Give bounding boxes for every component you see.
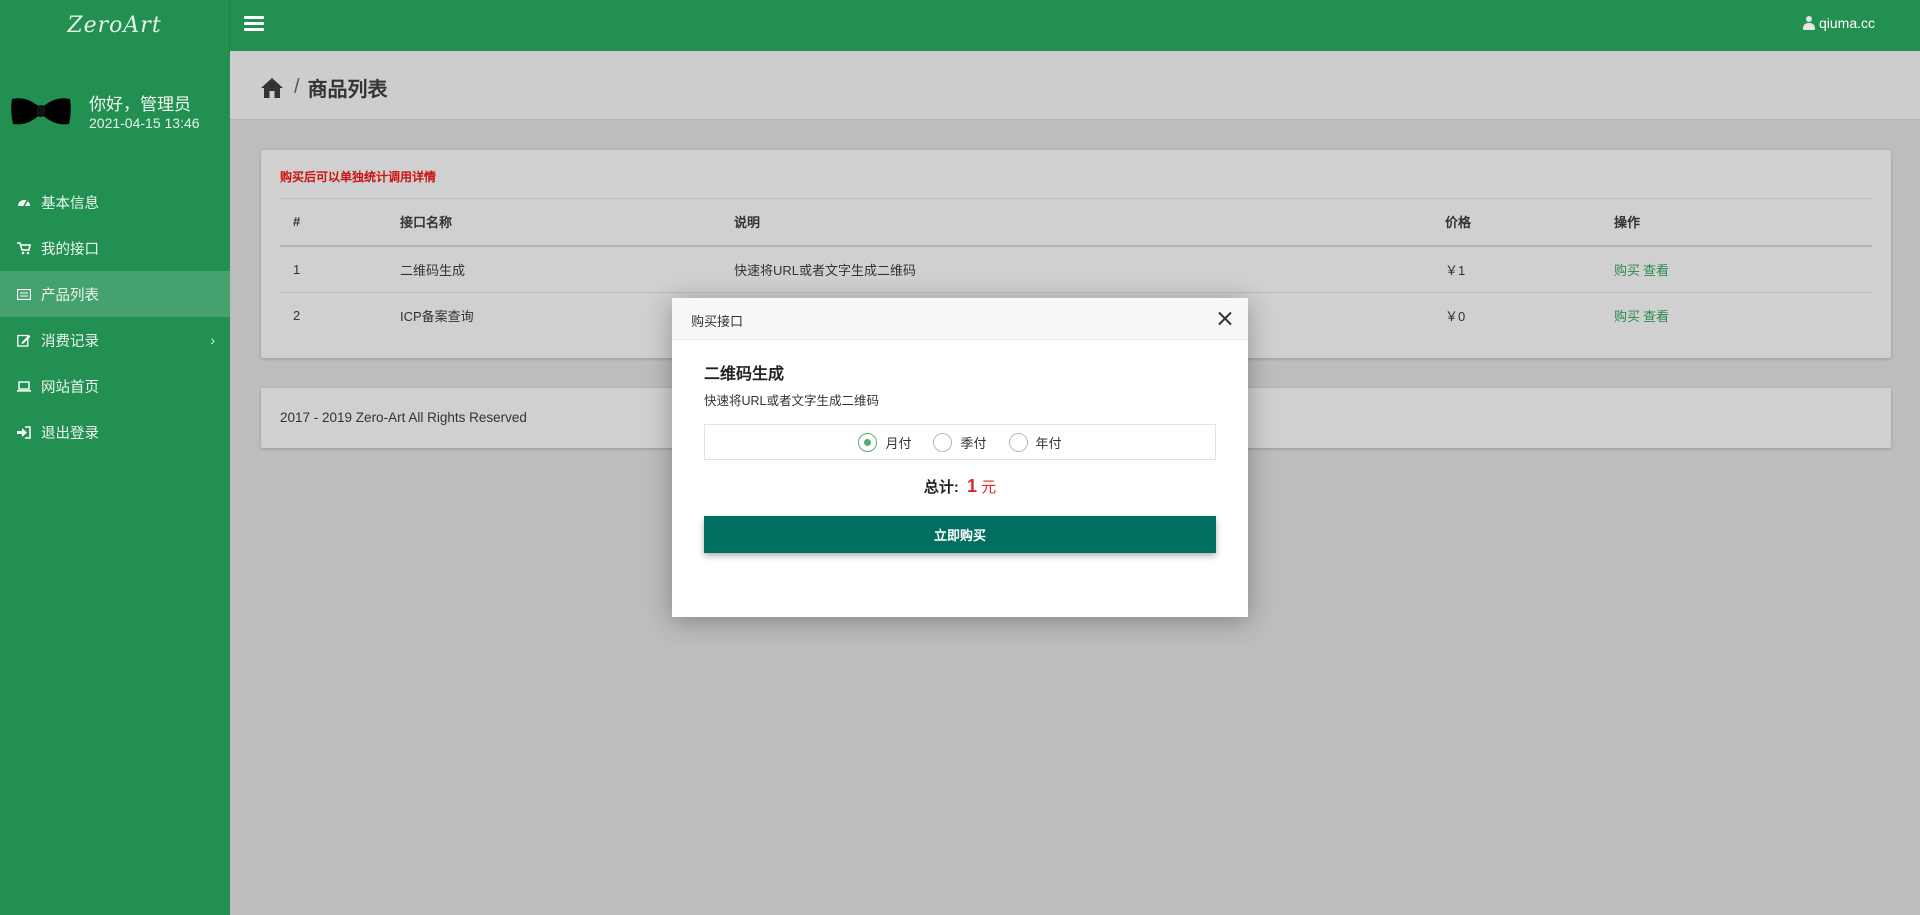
billing-plan-selector: 月付 季付 年付	[704, 424, 1216, 460]
sidebar: 你好，管理员 2021-04-15 13:46 基本信息 我的接口 产品列表 消…	[0, 51, 230, 915]
row-index: 2	[293, 307, 301, 323]
home-icon[interactable]	[260, 77, 284, 99]
product-description: 快速将URL或者文字生成二维码	[704, 394, 880, 408]
sidebar-item-label: 退出登录	[41, 425, 99, 442]
breadcrumb: / 商品列表	[260, 73, 388, 102]
row-name: 二维码生成	[387, 246, 721, 293]
row-name: ICP备案查询	[400, 308, 474, 324]
total-unit: 元	[981, 479, 997, 496]
sidebar-nav: 基本信息 我的接口 产品列表 消费记录 › 网站首页 退出登录	[0, 179, 230, 455]
radio-unchecked-icon	[933, 432, 953, 452]
plan-label: 月付	[885, 435, 912, 451]
total-amount: 1	[966, 476, 977, 496]
product-name: 二维码生成	[704, 366, 785, 383]
plan-quarterly-radio[interactable]: 季付	[933, 432, 987, 452]
buy-now-button[interactable]: 立即购买	[704, 516, 1216, 553]
plan-yearly-radio[interactable]: 年付	[1008, 432, 1062, 452]
menu-toggle-icon[interactable]	[244, 14, 264, 34]
logo[interactable]: ZeroArt	[0, 0, 230, 51]
sidebar-item-consumption-records[interactable]: 消费记录 ›	[0, 317, 230, 363]
row-price: ￥1	[1432, 246, 1601, 293]
page-title: 商品列表	[307, 79, 388, 101]
sign-out-icon	[17, 425, 31, 439]
sidebar-item-label: 我的接口	[41, 241, 99, 258]
radio-unchecked-icon	[1008, 432, 1028, 452]
user-name: qiuma.cc	[1818, 15, 1875, 31]
cart-icon	[17, 241, 31, 255]
purchase-modal: 购买接口 二维码生成 快速将URL或者文字生成二维码 月付 季付 年付 总计: …	[672, 298, 1248, 617]
sidebar-item-label: 网站首页	[41, 379, 99, 396]
top-bar: ZeroArt qiuma.cc	[0, 0, 1920, 51]
row-actions: 购买 查看	[1601, 292, 1872, 338]
column-header-description: 说明	[721, 198, 1432, 247]
sidebar-item-label: 消费记录	[41, 333, 99, 350]
row-description: 快速将URL或者文字生成二维码	[721, 246, 1432, 293]
column-header-price: 价格	[1432, 198, 1601, 247]
buy-link[interactable]: 购买	[1614, 263, 1640, 278]
edit-icon	[17, 333, 31, 347]
view-link[interactable]: 查看	[1643, 263, 1669, 278]
row-index: 1	[280, 246, 387, 293]
sidebar-item-my-apis[interactable]: 我的接口	[0, 225, 230, 271]
close-icon[interactable]	[1218, 311, 1232, 325]
column-header-index: #	[280, 198, 387, 247]
sidebar-item-logout[interactable]: 退出登录	[0, 409, 230, 455]
modal-title: 购买接口	[691, 314, 744, 329]
plan-label: 季付	[960, 435, 987, 451]
greeting: 你好，管理员	[89, 95, 191, 114]
chevron-right-icon: ›	[210, 332, 215, 348]
sidebar-item-basic-info[interactable]: 基本信息	[0, 179, 230, 225]
table-row: 1 二维码生成 快速将URL或者文字生成二维码 ￥1 购买 查看	[280, 246, 1872, 293]
column-header-actions: 操作	[1601, 198, 1872, 247]
laptop-icon	[17, 379, 31, 393]
total-price: 总计: 1 元	[672, 476, 1248, 497]
sidebar-item-website-home[interactable]: 网站首页	[0, 363, 230, 409]
plan-monthly-radio[interactable]: 月付	[858, 432, 912, 452]
modal-header: 购买接口	[672, 298, 1248, 340]
view-link[interactable]: 查看	[1643, 309, 1669, 324]
dashboard-icon	[17, 195, 31, 209]
user-icon	[1802, 16, 1815, 30]
copyright-text: 2017 - 2019 Zero-Art All Rights Reserved	[280, 410, 527, 425]
total-label: 总计:	[923, 479, 959, 496]
current-datetime: 2021-04-15 13:46	[89, 115, 200, 131]
breadcrumb-bar: / 商品列表	[230, 51, 1920, 120]
bowtie-avatar	[11, 98, 71, 125]
user-menu[interactable]: qiuma.cc	[1802, 15, 1875, 31]
plan-label: 年付	[1035, 435, 1062, 451]
column-header-name: 接口名称	[387, 198, 721, 247]
row-actions: 购买 查看	[1601, 246, 1872, 293]
breadcrumb-separator: /	[294, 76, 300, 98]
profile-panel: 你好，管理员 2021-04-15 13:46	[0, 81, 230, 141]
sidebar-item-product-list[interactable]: 产品列表	[0, 271, 230, 317]
table-header-row: # 接口名称 说明 价格 操作	[280, 198, 1872, 247]
radio-checked-icon	[858, 432, 878, 452]
sidebar-item-label: 基本信息	[41, 195, 99, 212]
list-icon	[17, 287, 31, 301]
notice-text: 购买后可以单独统计调用详情	[280, 170, 437, 184]
buy-link[interactable]: 购买	[1614, 309, 1640, 324]
row-price: ￥0	[1445, 308, 1466, 324]
sidebar-item-label: 产品列表	[41, 287, 99, 304]
